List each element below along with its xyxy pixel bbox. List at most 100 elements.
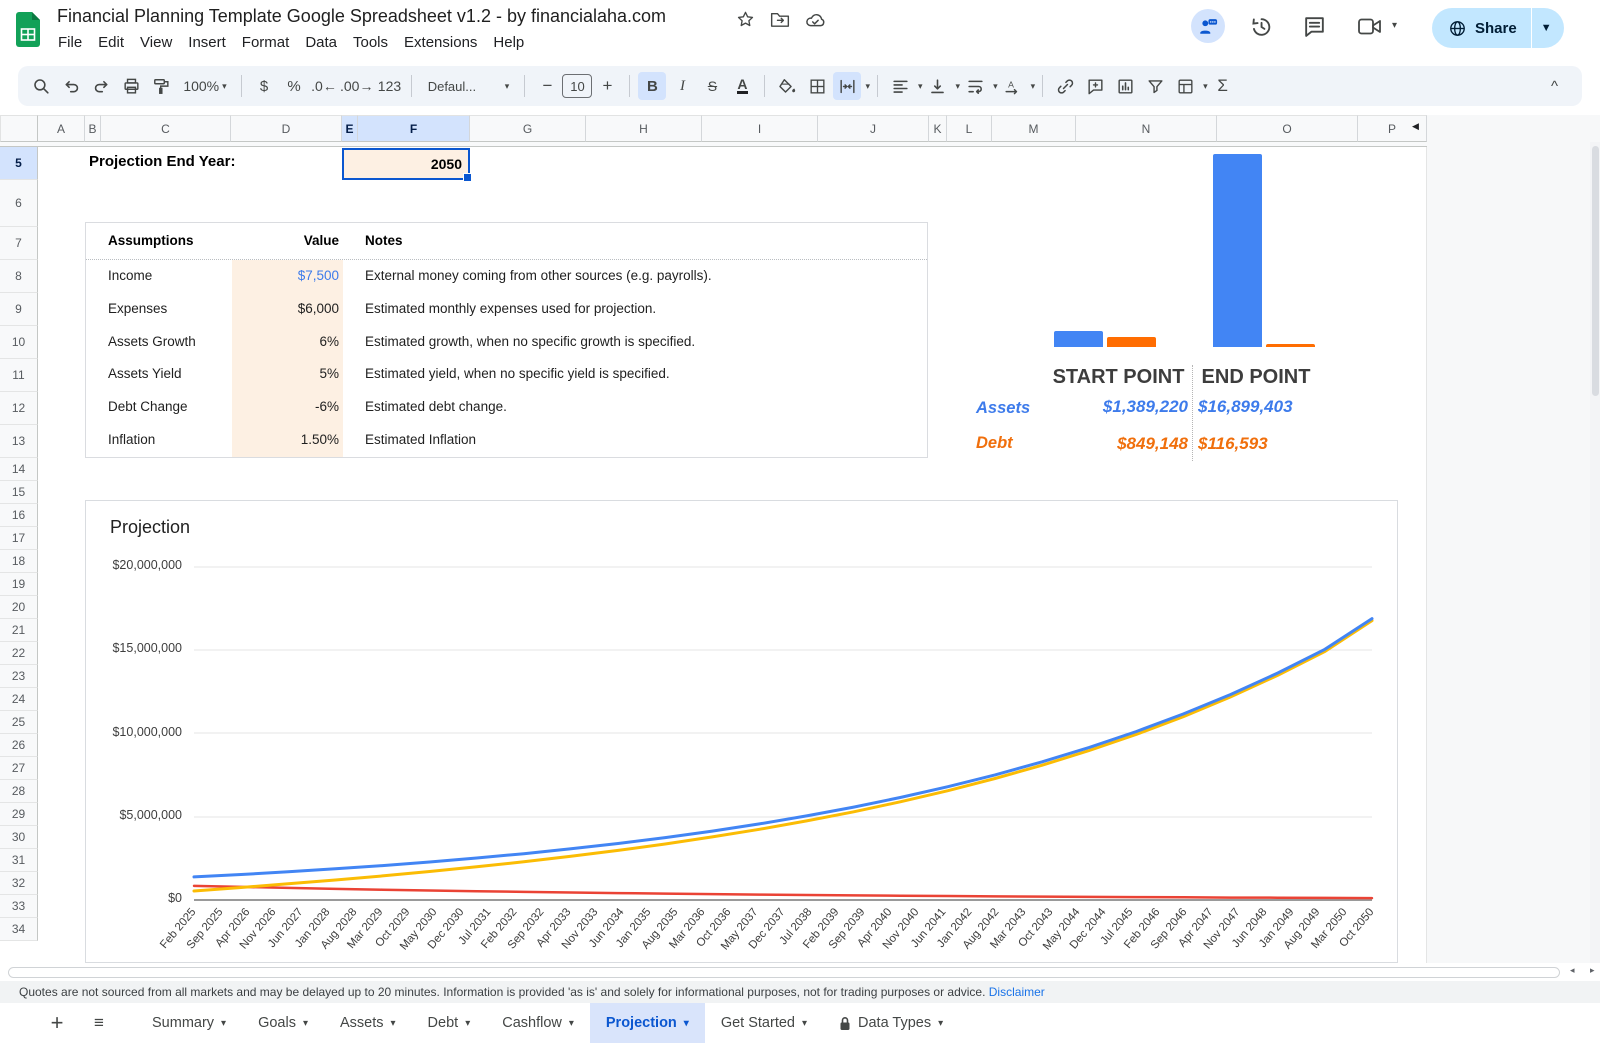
menu-tools[interactable]: Tools xyxy=(345,32,396,53)
row-header-10[interactable]: 10 xyxy=(0,326,38,359)
selected-cell-f5[interactable]: 2050 xyxy=(342,148,470,180)
menu-help[interactable]: Help xyxy=(485,32,532,53)
row-header-6[interactable]: 6 xyxy=(0,180,38,227)
row-header-13[interactable]: 13 xyxy=(0,425,38,458)
row-header-31[interactable]: 31 xyxy=(0,849,38,872)
scroll-right-icon[interactable]: ▸ xyxy=(1590,965,1595,976)
row-header-23[interactable]: 23 xyxy=(0,665,38,688)
vertical-align-button[interactable] xyxy=(924,72,952,100)
row-header-18[interactable]: 18 xyxy=(0,550,38,573)
chevron-down-icon[interactable]: ▾ xyxy=(1031,81,1036,92)
row-header-16[interactable]: 16 xyxy=(0,504,38,527)
borders-button[interactable] xyxy=(803,72,831,100)
merge-cells-button[interactable] xyxy=(833,72,861,100)
sheets-logo-icon[interactable] xyxy=(14,12,42,50)
hidden-columns-indicator-icon[interactable]: ◀ xyxy=(1412,121,1419,132)
comments-icon[interactable] xyxy=(1302,14,1327,39)
paint-format-button[interactable] xyxy=(147,72,175,100)
meet-dropdown-chevron-icon[interactable]: ▾ xyxy=(1392,20,1397,31)
row-header-25[interactable]: 25 xyxy=(0,711,38,734)
search-menus-button[interactable] xyxy=(27,72,55,100)
menu-view[interactable]: View xyxy=(132,32,180,53)
row-header-24[interactable]: 24 xyxy=(0,688,38,711)
hide-toolbar-chevron-icon[interactable]: ^ xyxy=(1551,78,1558,95)
meet-video-icon[interactable] xyxy=(1357,16,1383,37)
column-header-C[interactable]: C xyxy=(101,115,231,142)
decrease-decimals-button[interactable]: .0← xyxy=(310,72,338,100)
menu-file[interactable]: File xyxy=(50,32,90,53)
table-views-button[interactable] xyxy=(1171,72,1199,100)
document-title[interactable]: Financial Planning Template Google Sprea… xyxy=(57,6,666,27)
cloud-saved-icon[interactable] xyxy=(805,11,826,28)
merge-dropdown-chevron-icon[interactable]: ▾ xyxy=(865,81,870,92)
fill-handle[interactable] xyxy=(463,173,472,182)
redo-button[interactable] xyxy=(87,72,115,100)
share-button[interactable]: Share ▼ xyxy=(1432,8,1564,48)
more-formats-button[interactable]: 123 xyxy=(375,72,403,100)
column-header-D[interactable]: D xyxy=(231,115,342,142)
menu-edit[interactable]: Edit xyxy=(90,32,132,53)
font-select[interactable]: Defaul...▾ xyxy=(420,72,516,100)
version-history-icon[interactable] xyxy=(1248,14,1273,39)
all-sheets-menu-button[interactable]: ≡ xyxy=(86,1013,112,1033)
row-header-30[interactable]: 30 xyxy=(0,826,38,849)
insert-chart-button[interactable] xyxy=(1111,72,1139,100)
row-header-22[interactable]: 22 xyxy=(0,642,38,665)
column-header-F[interactable]: F xyxy=(358,115,470,142)
functions-button[interactable]: Σ xyxy=(1209,72,1237,100)
tab-goals[interactable]: Goals▾ xyxy=(242,1003,324,1043)
insert-link-button[interactable] xyxy=(1051,72,1079,100)
menu-data[interactable]: Data xyxy=(297,32,345,53)
row-header-32[interactable]: 32 xyxy=(0,872,38,895)
row-header-21[interactable]: 21 xyxy=(0,619,38,642)
strikethrough-button[interactable]: S xyxy=(698,72,726,100)
presence-button[interactable] xyxy=(1191,9,1225,43)
sheet-canvas[interactable]: Projection End Year: 2050 Assumptions Va… xyxy=(38,147,1427,963)
row-header-34[interactable]: 34 xyxy=(0,918,38,941)
fill-color-button[interactable] xyxy=(773,72,801,100)
vertical-scrollbar-thumb[interactable] xyxy=(1592,146,1599,396)
row-header-7[interactable]: 7 xyxy=(0,227,38,260)
font-size-input[interactable]: 10 xyxy=(562,74,592,98)
column-header-B[interactable]: B xyxy=(85,115,101,142)
row-header-12[interactable]: 12 xyxy=(0,392,38,425)
select-all-corner[interactable] xyxy=(0,115,38,142)
tab-projection[interactable]: Projection▾ xyxy=(590,1003,705,1043)
chevron-down-icon[interactable]: ▾ xyxy=(956,81,961,92)
column-header-M[interactable]: M xyxy=(992,115,1076,142)
print-button[interactable] xyxy=(117,72,145,100)
tab-assets[interactable]: Assets▾ xyxy=(324,1003,412,1043)
column-header-N[interactable]: N xyxy=(1076,115,1217,142)
menu-extensions[interactable]: Extensions xyxy=(396,32,485,53)
row-header-27[interactable]: 27 xyxy=(0,757,38,780)
menu-format[interactable]: Format xyxy=(234,32,298,53)
disclaimer-link[interactable]: Disclaimer xyxy=(989,985,1045,999)
horizontal-scrollbar-thumb[interactable] xyxy=(8,967,1560,978)
zoom-select[interactable]: 100%▾ xyxy=(177,72,233,100)
tab-cashflow[interactable]: Cashflow▾ xyxy=(486,1003,590,1043)
chevron-down-icon[interactable]: ▾ xyxy=(993,81,998,92)
column-header-G[interactable]: G xyxy=(470,115,586,142)
row-header-11[interactable]: 11 xyxy=(0,359,38,392)
column-header-A[interactable]: A xyxy=(38,115,85,142)
increase-decimals-button[interactable]: .00→ xyxy=(340,72,373,100)
row-header-5[interactable]: 5 xyxy=(0,147,38,180)
row-header-28[interactable]: 28 xyxy=(0,780,38,803)
row-header-29[interactable]: 29 xyxy=(0,803,38,826)
assumption-value[interactable]: $7,500 xyxy=(232,268,339,283)
column-header-K[interactable]: K xyxy=(929,115,947,142)
column-header-I[interactable]: I xyxy=(702,115,818,142)
assumption-value[interactable]: $6,000 xyxy=(232,301,339,316)
share-dropdown[interactable]: ▼ xyxy=(1531,8,1564,48)
column-header-L[interactable]: L xyxy=(947,115,992,142)
row-header-26[interactable]: 26 xyxy=(0,734,38,757)
insert-comment-button[interactable] xyxy=(1081,72,1109,100)
share-main-section[interactable]: Share xyxy=(1432,19,1531,38)
column-header-E[interactable]: E xyxy=(342,115,358,142)
menu-insert[interactable]: Insert xyxy=(180,32,234,53)
text-color-button[interactable]: A xyxy=(728,72,756,100)
text-wrap-button[interactable] xyxy=(961,72,989,100)
row-header-20[interactable]: 20 xyxy=(0,596,38,619)
star-icon[interactable] xyxy=(736,10,755,29)
row-header-14[interactable]: 14 xyxy=(0,458,38,481)
